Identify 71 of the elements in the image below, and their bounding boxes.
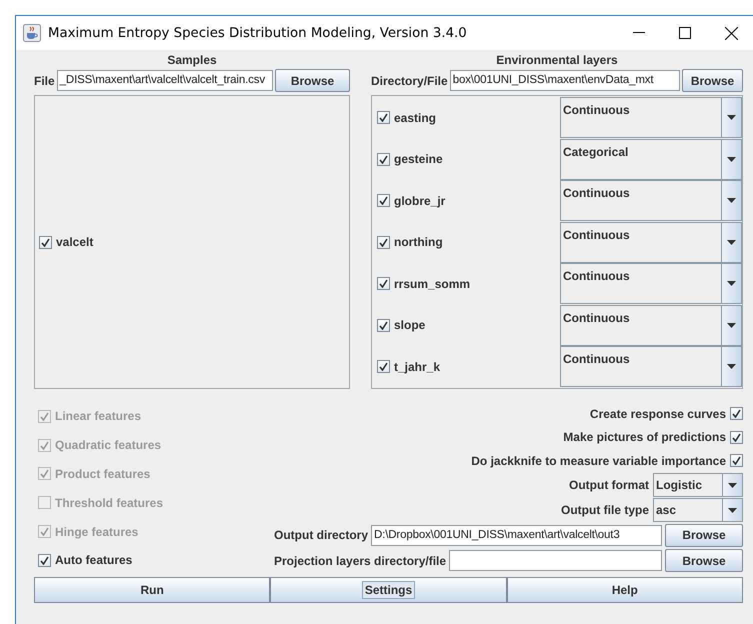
dropdown[interactable]: Categorical xyxy=(560,138,742,180)
dropdown[interactable]: Continuous xyxy=(560,180,742,222)
dropdown[interactable]: Continuous xyxy=(560,263,742,304)
section-title: Environmental layers xyxy=(496,53,618,68)
field-label: Directory/File xyxy=(371,74,448,88)
checkbox[interactable] xyxy=(377,360,390,374)
directory-field[interactable]: box\001UNI_DISS\maxent\envData_mxt xyxy=(450,70,680,91)
checkbox[interactable] xyxy=(377,152,390,166)
maximize-icon xyxy=(679,27,691,39)
section-title: Samples xyxy=(167,53,217,68)
layer-label: t_jahr_k xyxy=(394,360,440,374)
feature-label: Quadratic features xyxy=(55,438,162,452)
dropdown[interactable]: Continuous xyxy=(560,346,742,388)
layer-label: globre_jr xyxy=(394,194,446,208)
checkbox[interactable] xyxy=(377,111,390,124)
layer-label: northing xyxy=(394,235,443,250)
caret-icon xyxy=(728,508,737,512)
caret-icon xyxy=(727,240,736,245)
caret-icon xyxy=(727,156,736,162)
checkbox[interactable] xyxy=(730,454,743,468)
species-label: valcelt xyxy=(56,235,94,249)
field-label: Output format xyxy=(569,478,649,492)
feature-label: Threshold features xyxy=(55,496,164,510)
action-button[interactable]: Settings xyxy=(270,576,507,603)
checkbox[interactable] xyxy=(377,236,390,249)
action-button[interactable]: Run xyxy=(34,576,270,603)
directory-field[interactable]: D:\Dropbox\001UNI_DISS\maxent\art\valcelt\out3 xyxy=(371,524,662,546)
option-label: Create response curves xyxy=(590,406,726,421)
caret-icon xyxy=(727,281,736,286)
dropdown[interactable]: Continuous xyxy=(560,97,742,138)
directory-field[interactable] xyxy=(449,550,662,572)
field-label: Output file type xyxy=(561,503,649,517)
dropdown[interactable]: asc xyxy=(653,498,743,522)
caret-icon xyxy=(727,364,736,370)
dropdown[interactable]: Continuous xyxy=(560,304,742,346)
checkbox[interactable] xyxy=(39,236,52,248)
action-button[interactable]: Help xyxy=(506,576,743,603)
field-label: File xyxy=(34,74,55,88)
field-label: Projection layers directory/file xyxy=(274,554,446,568)
checkbox[interactable] xyxy=(377,318,390,332)
file-field[interactable]: _DISS\maxent\art\valcelt\valcelt_train.csv xyxy=(56,70,273,91)
browse-button[interactable]: Browse xyxy=(665,524,743,547)
caret-icon xyxy=(728,482,737,488)
caret-icon xyxy=(727,322,736,328)
checkbox[interactable] xyxy=(377,277,390,290)
cup-icon xyxy=(23,24,41,42)
dropdown[interactable]: Continuous xyxy=(560,222,742,263)
window-title: Maximum Entropy Species Distribution Modeling, Version 3.4.0 xyxy=(48,26,468,40)
checkbox[interactable] xyxy=(38,554,51,567)
layer-label: slope xyxy=(394,318,426,332)
checkbox[interactable] xyxy=(730,430,743,444)
option-label: Make pictures of predictions xyxy=(563,430,726,444)
feature-label: Auto features xyxy=(55,553,132,568)
layer-label: gesteine xyxy=(394,152,443,166)
browse-button[interactable]: Browse xyxy=(682,69,743,92)
browse-button[interactable]: Browse xyxy=(275,69,350,92)
feature-label: Product features xyxy=(55,466,150,481)
minimize-icon xyxy=(633,32,645,34)
close-icon xyxy=(724,26,738,40)
layer-label: rrsum_somm xyxy=(394,276,470,291)
caret-icon xyxy=(727,115,736,120)
layer-label: easting xyxy=(394,110,436,125)
dropdown[interactable]: Logistic xyxy=(653,473,743,497)
checkbox[interactable] xyxy=(730,407,743,420)
caret-icon xyxy=(727,198,736,204)
feature-label: Linear features xyxy=(55,409,142,424)
checkbox[interactable] xyxy=(377,194,390,208)
browse-button[interactable]: Browse xyxy=(665,549,743,572)
field-label: Output directory xyxy=(274,528,368,542)
option-label: Do jackknife to measure variable importance xyxy=(471,454,726,468)
feature-label: Hinge features xyxy=(55,524,138,539)
